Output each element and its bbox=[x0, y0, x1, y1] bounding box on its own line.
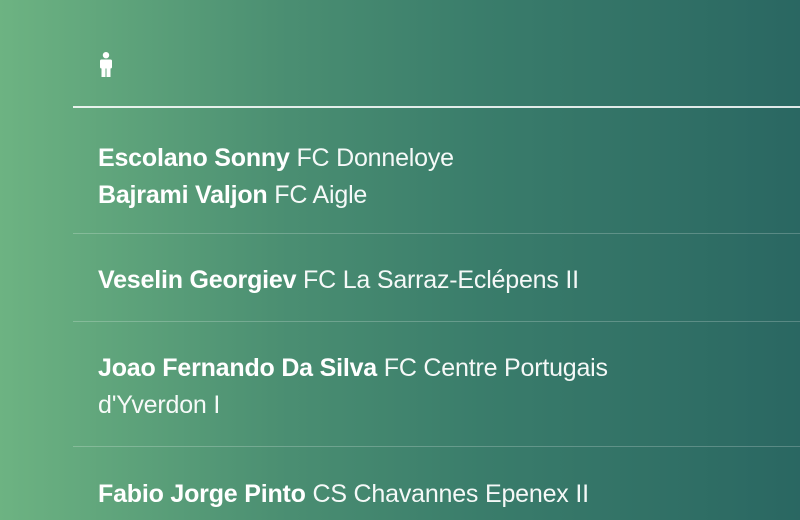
club-name: FC Aigle bbox=[274, 181, 368, 209]
panel-header bbox=[73, 0, 800, 108]
player-name: Bajrami Valjon bbox=[98, 181, 268, 209]
player-name: Joao Fernando Da Silva bbox=[98, 354, 378, 382]
scorer-entry: Escolano Sonny FC Donneloye bbox=[98, 140, 700, 177]
club-name: FC La Sarraz-Eclépens II bbox=[303, 266, 579, 294]
player-name: Veselin Georgiev bbox=[98, 266, 297, 294]
scorer-entry: Joao Fernando Da Silva FC Centre Portuga… bbox=[98, 350, 700, 424]
person-icon bbox=[100, 52, 112, 77]
scorer-entry: Veselin Georgiev FC La Sarraz-Eclépens I… bbox=[98, 262, 700, 299]
list-item: Joao Fernando Da Silva FC Centre Portuga… bbox=[73, 322, 800, 447]
player-name: Fabio Jorge Pinto bbox=[98, 480, 306, 508]
club-name: FC Donneloye bbox=[296, 144, 454, 172]
player-name: Escolano Sonny bbox=[98, 144, 290, 172]
list-item: Escolano Sonny FC Donneloye Bajrami Valj… bbox=[73, 108, 800, 234]
scorer-entry: Bajrami Valjon FC Aigle bbox=[98, 177, 700, 214]
club-name: CS Chavannes Epenex II bbox=[312, 480, 589, 508]
list-item: Fabio Jorge Pinto CS Chavannes Epenex II bbox=[73, 447, 800, 520]
list-item: Veselin Georgiev FC La Sarraz-Eclépens I… bbox=[73, 234, 800, 322]
scorers-list: Escolano Sonny FC Donneloye Bajrami Valj… bbox=[73, 108, 800, 520]
scorer-entry: Fabio Jorge Pinto CS Chavannes Epenex II bbox=[98, 476, 700, 513]
scorers-panel: Escolano Sonny FC Donneloye Bajrami Valj… bbox=[73, 0, 800, 520]
